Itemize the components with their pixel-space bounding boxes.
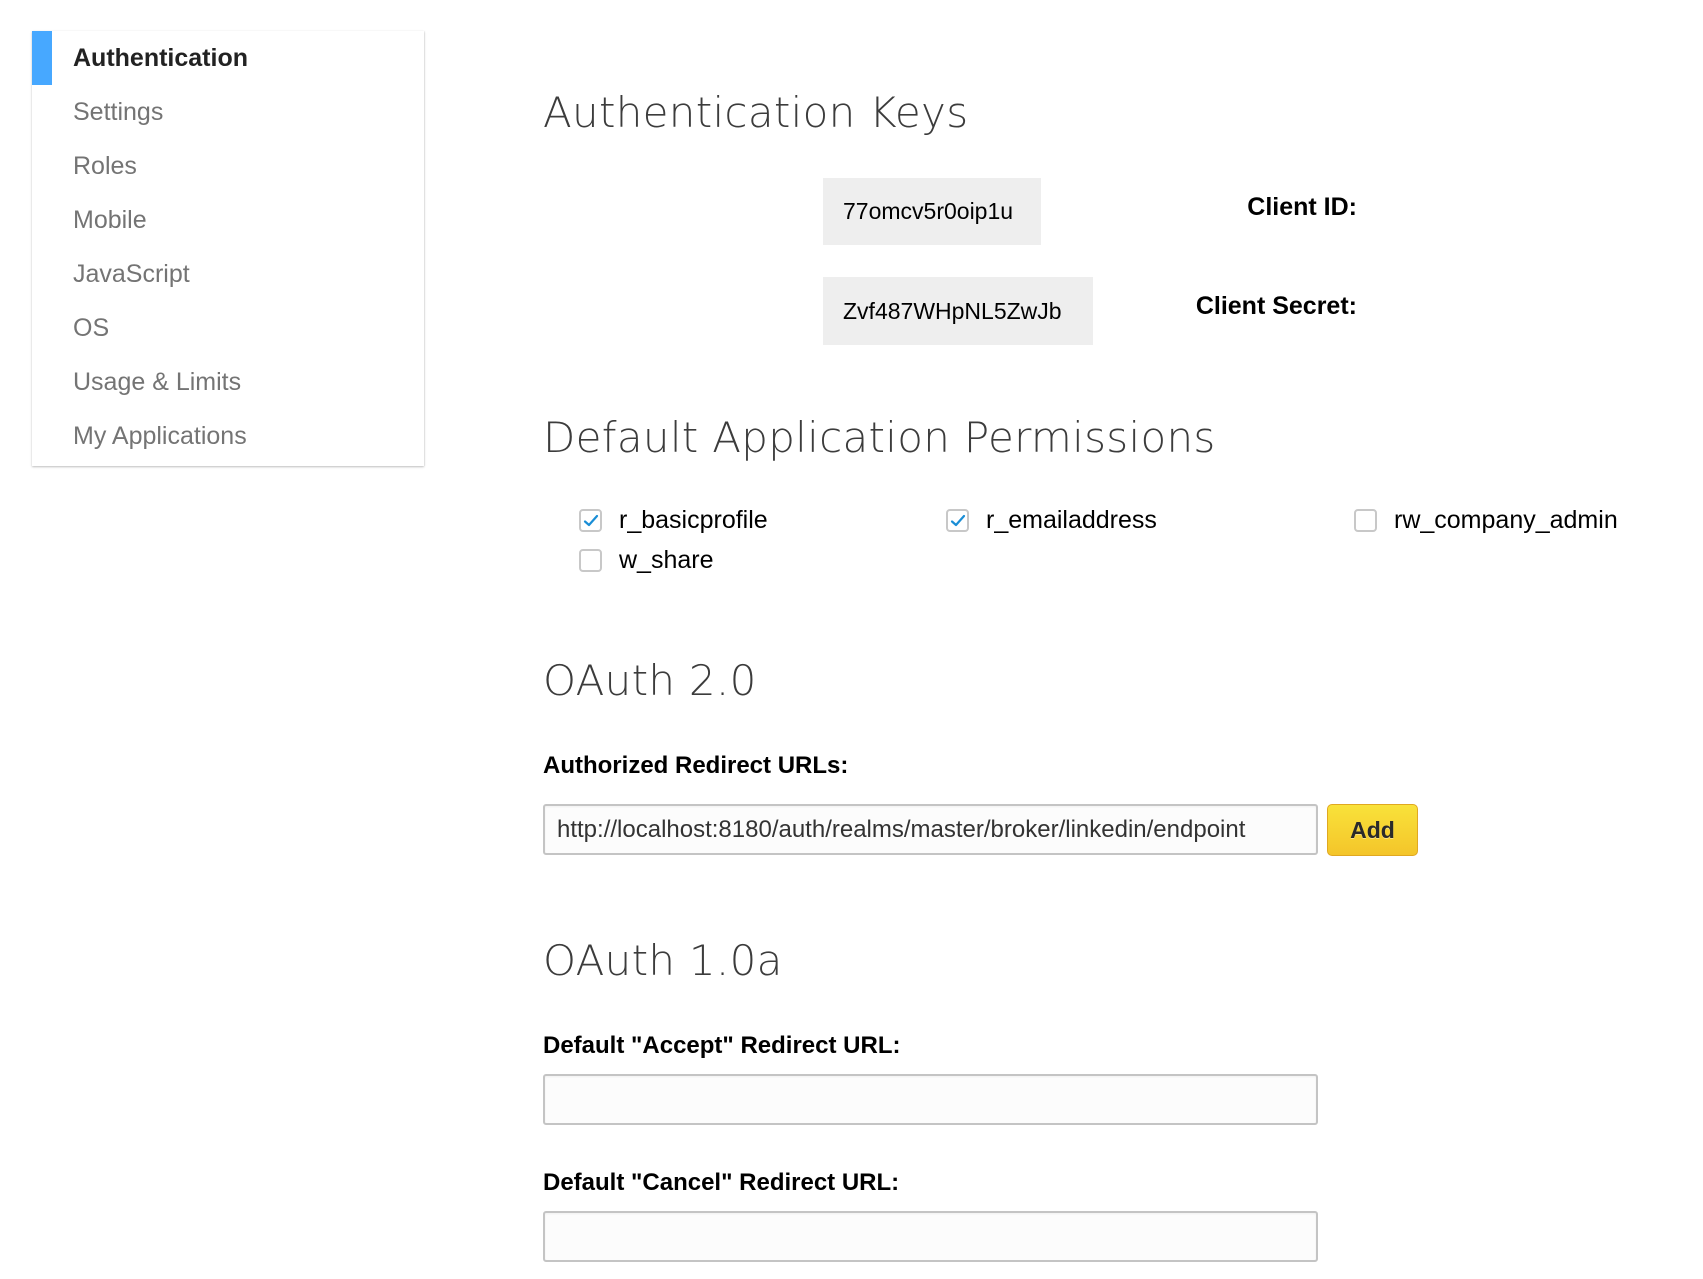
oauth2-heading: OAuth 2.0	[543, 656, 757, 705]
add-redirect-url-button[interactable]: Add	[1327, 804, 1418, 856]
sidebar-item-label: OS	[73, 313, 110, 342]
client-id-value: 77omcv5r0oip1u	[823, 178, 1041, 245]
sidebar-item-label: My Applications	[73, 421, 247, 450]
main-content: Authentication Keys Client ID: 77omcv5r0…	[543, 0, 1703, 1279]
checkbox[interactable]	[1354, 509, 1377, 532]
checkbox[interactable]	[579, 549, 602, 572]
sidebar-item-roles[interactable]: Roles	[32, 139, 424, 193]
checkbox[interactable]	[946, 509, 969, 532]
sidebar-item-label: Usage & Limits	[73, 367, 242, 396]
cancel-redirect-label: Default "Cancel" Redirect URL:	[543, 1169, 900, 1196]
cancel-redirect-url-input[interactable]	[543, 1211, 1318, 1262]
client-secret-label: Client Secret:	[1195, 292, 1357, 320]
permission-label: r_emailaddress	[986, 506, 1157, 534]
sidebar-nav: Authentication Settings Roles Mobile Jav…	[32, 31, 424, 466]
sidebar-item-label: JavaScript	[73, 259, 190, 288]
redirect-urls-label: Authorized Redirect URLs:	[543, 752, 849, 779]
permission-label: w_share	[619, 546, 714, 574]
permission-label: r_basicprofile	[619, 506, 768, 534]
client-secret-value: Zvf487WHpNL5ZwJb	[823, 277, 1093, 345]
permission-label: rw_company_admin	[1394, 506, 1618, 534]
permissions-heading: Default Application Permissions	[543, 413, 1216, 462]
sidebar-item-settings[interactable]: Settings	[32, 85, 424, 139]
permission-r-emailaddress[interactable]: r_emailaddress	[946, 506, 1157, 535]
permission-r-basicprofile[interactable]: r_basicprofile	[579, 506, 768, 535]
checkmark-icon	[950, 514, 966, 527]
page: Authentication Settings Roles Mobile Jav…	[0, 0, 1703, 1279]
oauth1-heading: OAuth 1.0a	[543, 936, 783, 985]
sidebar-item-label: Settings	[73, 97, 164, 126]
sidebar-item-label: Mobile	[73, 205, 147, 234]
sidebar-item-javascript[interactable]: JavaScript	[32, 247, 424, 301]
sidebar-item-os[interactable]: OS	[32, 301, 424, 355]
client-id-label: Client ID:	[1247, 193, 1357, 221]
auth-keys-heading: Authentication Keys	[543, 88, 969, 137]
sidebar-item-my-applications[interactable]: My Applications	[32, 409, 424, 463]
permission-w-share[interactable]: w_share	[579, 546, 714, 575]
checkmark-icon	[583, 514, 599, 527]
sidebar-item-label: Roles	[73, 151, 137, 180]
permission-rw-company-admin[interactable]: rw_company_admin	[1354, 506, 1618, 535]
accept-redirect-url-input[interactable]	[543, 1074, 1318, 1125]
sidebar-item-usage-limits[interactable]: Usage & Limits	[32, 355, 424, 409]
active-indicator	[32, 31, 52, 85]
redirect-url-input[interactable]	[543, 804, 1318, 855]
sidebar-item-authentication[interactable]: Authentication	[32, 31, 424, 85]
sidebar-item-mobile[interactable]: Mobile	[32, 193, 424, 247]
checkbox[interactable]	[579, 509, 602, 532]
sidebar-item-label: Authentication	[73, 43, 248, 72]
accept-redirect-label: Default "Accept" Redirect URL:	[543, 1032, 901, 1059]
